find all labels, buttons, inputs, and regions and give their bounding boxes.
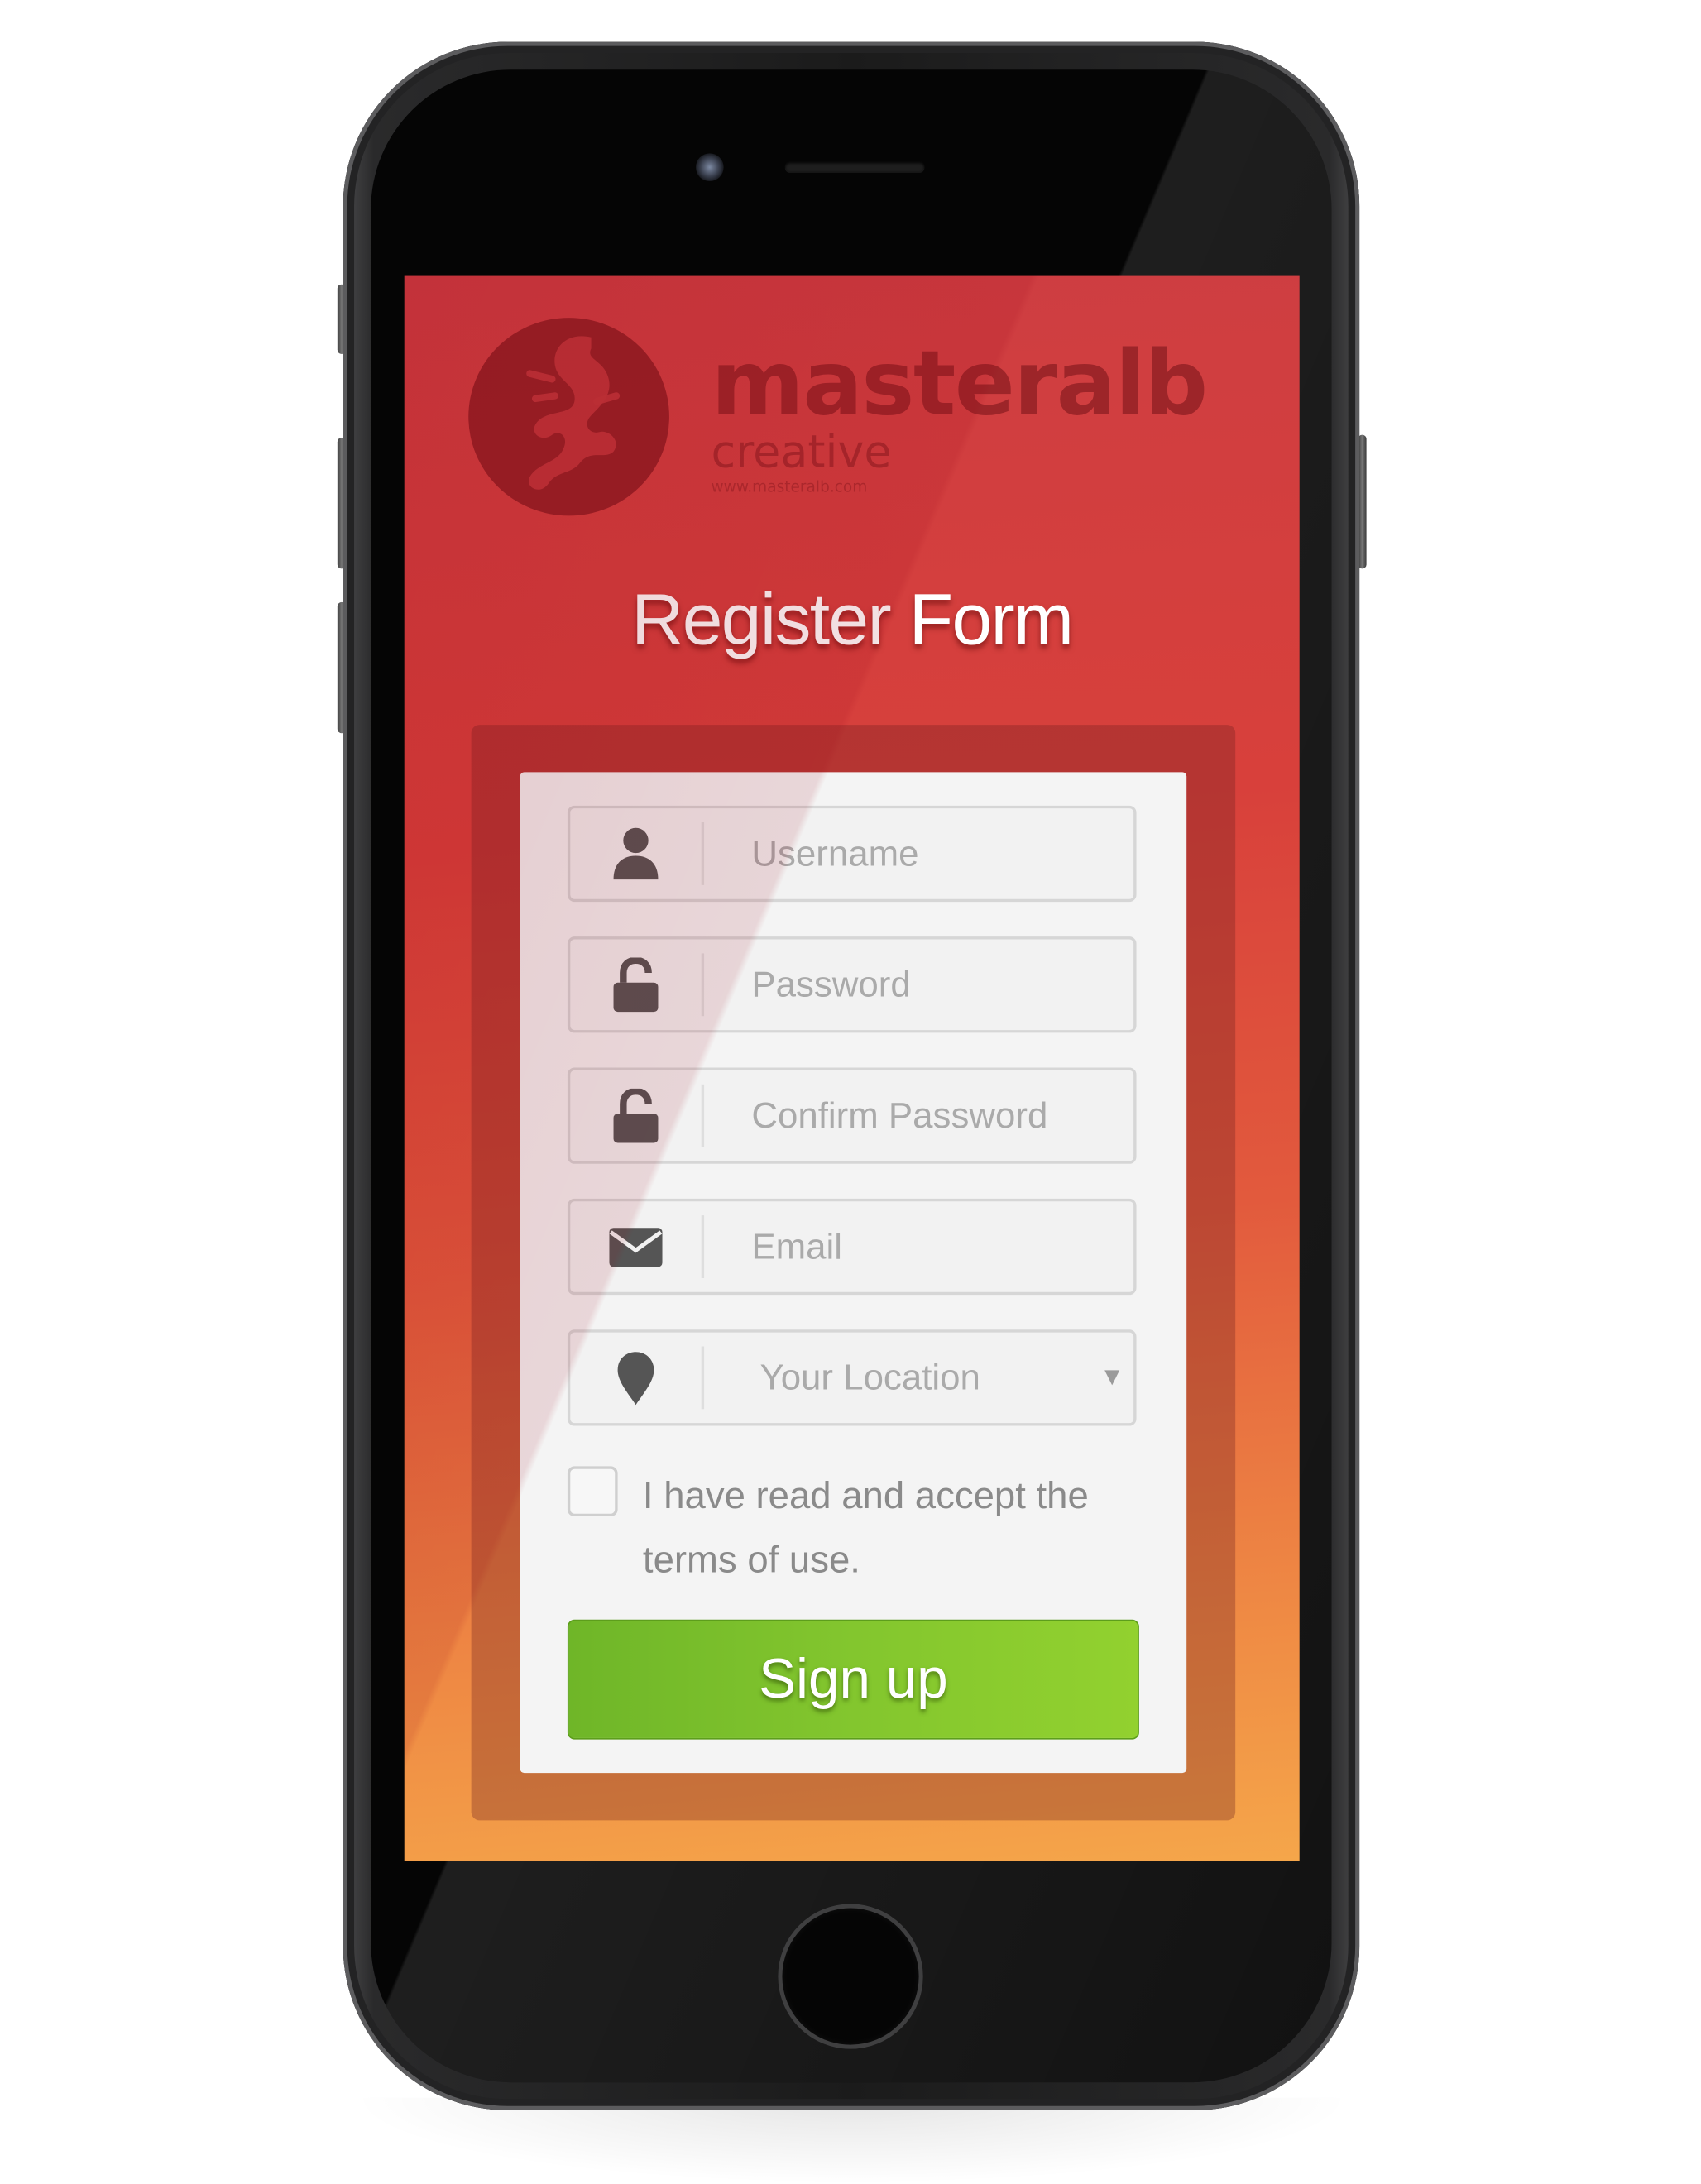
phone-screen: masteralb creative www.masteralb.com Reg… xyxy=(404,275,1300,1861)
location-selected-value: Your Location xyxy=(759,1356,980,1398)
field-divider xyxy=(701,1346,705,1410)
home-button[interactable] xyxy=(782,1908,919,2045)
password-input[interactable] xyxy=(751,939,1114,1031)
terms-label: I have read and accept the terms of use. xyxy=(642,1474,1089,1581)
lock-icon xyxy=(570,1070,701,1161)
username-input[interactable] xyxy=(751,808,1114,899)
username-field[interactable] xyxy=(567,805,1137,903)
map-pin-icon xyxy=(570,1333,701,1424)
brand-url: www.masteralb.com xyxy=(711,477,868,496)
lock-icon xyxy=(570,940,701,1031)
field-divider xyxy=(701,1215,705,1278)
form-title: Register Form xyxy=(631,579,1074,661)
terms-checkbox[interactable] xyxy=(567,1466,618,1517)
confirm-password-input[interactable] xyxy=(751,1070,1114,1161)
register-form-card: Your Location ▼ I have read and accept t… xyxy=(520,772,1187,1774)
brand-tagline: creative xyxy=(711,424,892,478)
envelope-icon xyxy=(570,1201,701,1292)
field-divider xyxy=(701,953,705,1017)
chevron-down-icon: ▼ xyxy=(1104,1366,1120,1389)
brand-logo: masteralb creative www.masteralb.com xyxy=(468,318,1249,520)
phone-reflection xyxy=(348,2097,1356,2184)
email-field[interactable] xyxy=(567,1198,1137,1296)
sign-up-button[interactable]: Sign up xyxy=(567,1619,1139,1740)
stage: masteralb creative www.masteralb.com Reg… xyxy=(0,0,1701,2184)
email-input[interactable] xyxy=(751,1201,1114,1292)
password-field[interactable] xyxy=(567,936,1137,1033)
brand-name: masteralb xyxy=(711,333,1209,437)
front-camera xyxy=(695,153,724,182)
location-select[interactable]: Your Location ▼ xyxy=(567,1329,1137,1426)
field-divider xyxy=(701,1084,705,1147)
gecko-logo-icon xyxy=(468,318,669,516)
terms-row: I have read and accept the terms of use. xyxy=(567,1466,1139,1592)
earpiece-speaker xyxy=(784,161,925,172)
user-icon xyxy=(570,808,701,899)
field-divider xyxy=(701,822,705,885)
confirm-password-field[interactable] xyxy=(567,1067,1137,1164)
